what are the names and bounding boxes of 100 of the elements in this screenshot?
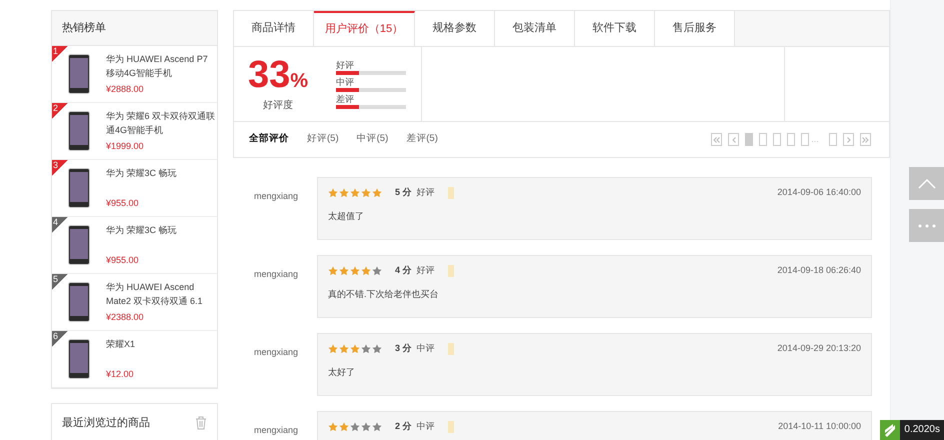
rating-label: 中评 xyxy=(336,76,355,88)
star-icon xyxy=(328,422,338,432)
product-link[interactable]: 华为 荣耀6 双卡双待双通联通4G智能手机 xyxy=(106,109,215,137)
star-icon xyxy=(372,188,382,198)
double-chevron-left-icon xyxy=(713,136,720,142)
star-icon xyxy=(339,266,349,276)
tag-marker xyxy=(448,342,454,355)
review-date: 2014-10-11 10:00:00 xyxy=(778,420,861,433)
page-button[interactable] xyxy=(773,133,781,146)
prev-page-button[interactable] xyxy=(728,133,739,146)
star-icon xyxy=(361,422,371,432)
filter-tab[interactable]: 全部评价 xyxy=(249,132,289,147)
star-icon xyxy=(339,188,349,198)
page-button[interactable] xyxy=(829,133,837,146)
leaf-logo-icon xyxy=(884,423,896,437)
star-icon xyxy=(350,422,360,432)
phone-picture xyxy=(68,339,90,379)
rank-badge: 3 xyxy=(52,160,68,176)
panel-title: 热销榜单 xyxy=(52,11,217,46)
next-page-button[interactable] xyxy=(843,133,854,146)
product-link[interactable]: 华为 HUAWEI Ascend Mate2 双卡双待双通 6.1 xyxy=(106,280,215,308)
review-date: 2014-09-18 06:26:40 xyxy=(777,264,861,277)
tag-marker xyxy=(448,264,454,277)
phone-picture xyxy=(68,111,90,151)
review-score: 5 分 xyxy=(395,186,412,199)
product-price: ¥955.00 xyxy=(106,254,140,266)
rank-badge: 6 xyxy=(52,331,68,347)
phone-picture xyxy=(68,168,90,208)
review-score: 2 分 xyxy=(395,420,412,433)
first-page-button[interactable] xyxy=(711,133,722,146)
more-icon xyxy=(918,224,936,228)
rank-badge: 5 xyxy=(52,274,68,290)
rating-label: 差评 xyxy=(336,93,355,105)
phone-picture xyxy=(68,225,90,265)
star-icon xyxy=(361,266,371,276)
more-button[interactable] xyxy=(909,209,944,242)
tag-marker xyxy=(448,420,454,433)
rating-label: 好评 xyxy=(336,59,355,71)
product-price: ¥1999.00 xyxy=(106,140,145,152)
star-icon xyxy=(350,188,360,198)
tab[interactable]: 规格参数 xyxy=(415,11,495,46)
filter-tab[interactable]: 好评(5) xyxy=(307,132,339,147)
filter-tab[interactable]: 差评(5) xyxy=(406,132,438,147)
timer-text: 0.2020s xyxy=(903,423,941,437)
star-icon xyxy=(361,344,371,354)
review-text: 太超值了 xyxy=(328,210,365,222)
star-icon xyxy=(350,266,360,276)
product-link[interactable]: 华为 荣耀3C 畅玩 xyxy=(106,166,215,180)
review-username: mengxiang xyxy=(253,268,300,281)
review-text: 太好了 xyxy=(328,366,356,378)
star-icon xyxy=(339,422,349,432)
product-price: ¥955.00 xyxy=(106,196,140,210)
star-icon xyxy=(372,266,382,276)
star-icon xyxy=(372,422,382,432)
tag-marker xyxy=(448,186,454,199)
panel-title: 最近浏览过的商品 xyxy=(62,416,150,431)
star-icon xyxy=(328,266,338,276)
tab[interactable]: 售后服务 xyxy=(655,11,735,46)
review-grade: 好评 xyxy=(416,186,435,199)
review-username: mengxiang xyxy=(253,346,300,359)
percent-sign: % xyxy=(290,70,308,90)
product-price: ¥12.00 xyxy=(106,368,135,380)
rank-badge: 4 xyxy=(52,217,68,233)
filter-tab[interactable]: 中评(5) xyxy=(356,132,388,147)
page-button[interactable] xyxy=(759,133,767,146)
review-username: mengxiang xyxy=(253,424,300,437)
review-grade: 中评 xyxy=(416,420,435,433)
double-chevron-right-icon xyxy=(862,136,869,142)
chevron-right-icon xyxy=(846,136,850,142)
review-score: 4 分 xyxy=(395,264,412,277)
review-grade: 中评 xyxy=(416,342,435,355)
page-button[interactable] xyxy=(801,133,809,146)
review-text: 真的不错.下次给老伴也买台 xyxy=(328,288,440,300)
page-button[interactable] xyxy=(745,133,753,146)
trash-icon[interactable] xyxy=(195,416,207,430)
product-price: ¥2388.00 xyxy=(106,310,145,324)
rating-caption: 好评度 xyxy=(263,98,293,112)
star-icon xyxy=(339,344,349,354)
tab[interactable]: 包装清单 xyxy=(495,11,575,46)
page-button[interactable] xyxy=(787,133,795,146)
back-to-top-button[interactable] xyxy=(909,167,944,200)
review-date: 2014-09-29 20:13:20 xyxy=(777,342,861,355)
tab[interactable]: 用户评价（15） xyxy=(314,11,415,46)
tab[interactable]: 软件下载 xyxy=(575,11,655,46)
star-icon xyxy=(350,344,360,354)
last-page-button[interactable] xyxy=(860,133,871,146)
product-price: ¥2888.00 xyxy=(106,82,145,96)
review-grade: 好评 xyxy=(416,264,435,277)
phone-picture xyxy=(68,282,90,322)
product-link[interactable]: 华为 HUAWEI Ascend P7 移动4G智能手机 xyxy=(106,52,215,80)
rank-badge: 2 xyxy=(52,103,68,119)
star-icon xyxy=(328,344,338,354)
review-username: mengxiang xyxy=(253,190,300,203)
chevron-up-icon xyxy=(918,178,936,188)
tab[interactable]: 商品详情 xyxy=(234,11,314,46)
star-icon xyxy=(372,344,382,354)
product-link[interactable]: 华为 荣耀3C 畅玩 xyxy=(106,223,215,237)
star-icon xyxy=(361,188,371,198)
review-date: 2014-09-06 16:40:00 xyxy=(777,186,861,199)
product-link[interactable]: 荣耀X1 xyxy=(106,337,215,351)
